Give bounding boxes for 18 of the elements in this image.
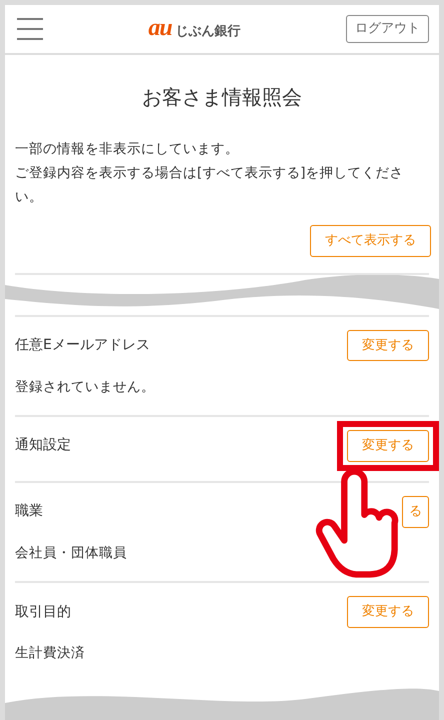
- show-all-button[interactable]: すべて表示する: [310, 225, 431, 256]
- change-button[interactable]: る: [402, 496, 429, 528]
- logout-button[interactable]: ログアウト: [346, 15, 429, 43]
- field-value: 会社員・団体職員: [15, 544, 128, 563]
- field-value: 生計費決済: [15, 644, 86, 663]
- field-value: 登録されていません。: [15, 378, 156, 396]
- field-label: 職業: [15, 502, 43, 522]
- field-label: 通知設定: [15, 436, 71, 456]
- logo-mark: au: [148, 16, 172, 40]
- logo-text: じぶん銀行: [176, 23, 241, 42]
- notice-text: 一部の情報を非表示にしています。 ご登録内容を表示する場合は[すべて表示する]を押してください。: [14, 140, 405, 207]
- change-button[interactable]: 変更する: [347, 330, 429, 362]
- change-button[interactable]: 変更する: [347, 596, 429, 628]
- page-title: お客さま情報照会: [141, 85, 303, 109]
- change-button[interactable]: 変更する: [347, 430, 429, 462]
- field-label: 取引目的: [15, 602, 71, 622]
- menu-icon[interactable]: [17, 18, 43, 40]
- field-label: 任意Eメールアドレス: [15, 336, 150, 355]
